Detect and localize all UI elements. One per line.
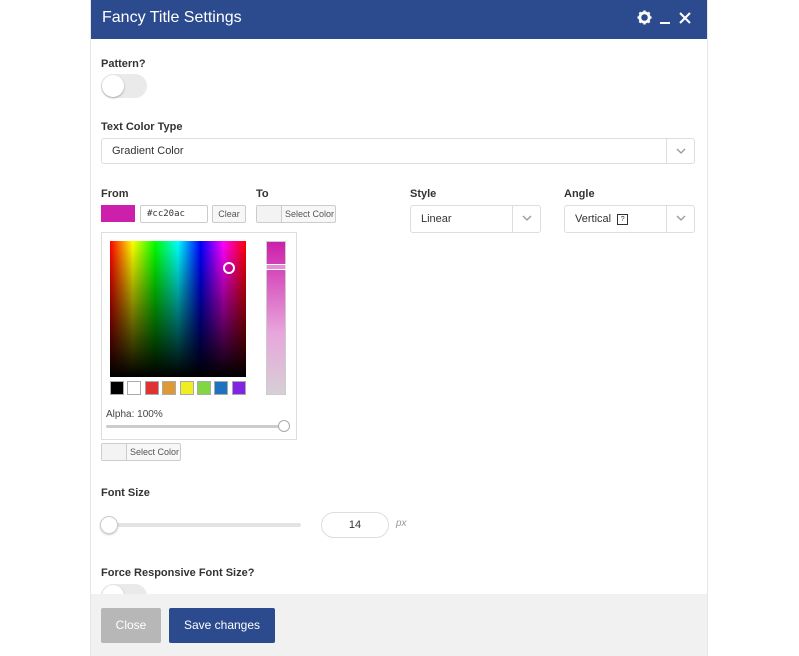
settings-modal: Fancy Title Settings Pattern? Text Color… (90, 0, 708, 656)
font-size-input[interactable]: 14 (321, 512, 389, 538)
color-preset-swatch[interactable] (231, 381, 246, 395)
alpha-slider-knob[interactable] (278, 420, 290, 432)
picker-select-color-button[interactable]: Select Color (101, 443, 181, 461)
font-size-slider-knob[interactable] (100, 516, 118, 534)
chevron-down-icon (666, 139, 694, 163)
font-size-unit: px (396, 518, 407, 529)
color-picker: Alpha: 100% (101, 232, 297, 440)
minimize-icon[interactable] (655, 8, 675, 28)
from-color-swatch[interactable] (101, 205, 135, 222)
alpha-label: Alpha: 100% (106, 409, 163, 420)
chevron-down-icon (512, 206, 540, 232)
force-responsive-label: Force Responsive Font Size? (101, 567, 255, 579)
font-size-label: Font Size (101, 487, 150, 499)
toggle-knob (102, 75, 124, 97)
style-label: Style (410, 188, 437, 200)
text-color-type-value: Gradient Color (112, 145, 184, 157)
angle-value-text: Vertical (575, 213, 612, 225)
modal-footer: Close Save changes (91, 594, 707, 656)
chevron-down-icon (666, 206, 694, 232)
from-hex-input[interactable]: #cc20ac (140, 205, 208, 223)
save-changes-button[interactable]: Save changes (169, 608, 275, 643)
color-preset-swatch[interactable] (162, 381, 177, 395)
style-value: Linear (421, 213, 452, 225)
picker-select-color-label: Select Color (130, 447, 180, 457)
angle-value: Vertical ? (575, 213, 629, 225)
to-select-color-label: Select Color (285, 209, 335, 219)
to-label: To (256, 188, 269, 200)
from-label: From (101, 188, 129, 200)
color-preset-swatch[interactable] (214, 381, 229, 395)
color-preset-swatch[interactable] (110, 381, 124, 395)
hue-slider[interactable] (265, 241, 287, 395)
close-button[interactable]: Close (101, 608, 161, 643)
to-color-swatch (257, 206, 282, 222)
alpha-slider-track[interactable] (106, 425, 290, 428)
pattern-label: Pattern? (101, 58, 146, 70)
sv-handle[interactable] (223, 262, 235, 274)
text-color-type-label: Text Color Type (101, 121, 183, 133)
help-icon: ? (617, 213, 629, 225)
gear-icon[interactable] (634, 8, 654, 28)
picker-color-swatch (102, 444, 127, 460)
color-preset-swatch[interactable] (127, 381, 142, 395)
to-select-color-button[interactable]: Select Color (256, 205, 336, 223)
modal-title: Fancy Title Settings (102, 9, 242, 26)
font-size-slider-track[interactable] (101, 523, 301, 527)
pattern-toggle[interactable] (101, 74, 147, 98)
hue-handle[interactable] (265, 264, 287, 270)
style-select[interactable]: Linear (410, 205, 541, 233)
angle-label: Angle (564, 188, 595, 200)
angle-select[interactable]: Vertical ? (564, 205, 695, 233)
color-preset-swatch[interactable] (144, 381, 159, 395)
sv-shade (110, 241, 246, 377)
color-preset-swatch[interactable] (197, 381, 211, 395)
text-color-type-select[interactable]: Gradient Color (101, 138, 695, 164)
saturation-value-area[interactable] (110, 241, 246, 377)
modal-header: Fancy Title Settings (91, 0, 707, 39)
close-icon[interactable] (675, 8, 695, 28)
clear-button[interactable]: Clear (212, 205, 246, 223)
color-preset-swatch[interactable] (179, 381, 194, 395)
